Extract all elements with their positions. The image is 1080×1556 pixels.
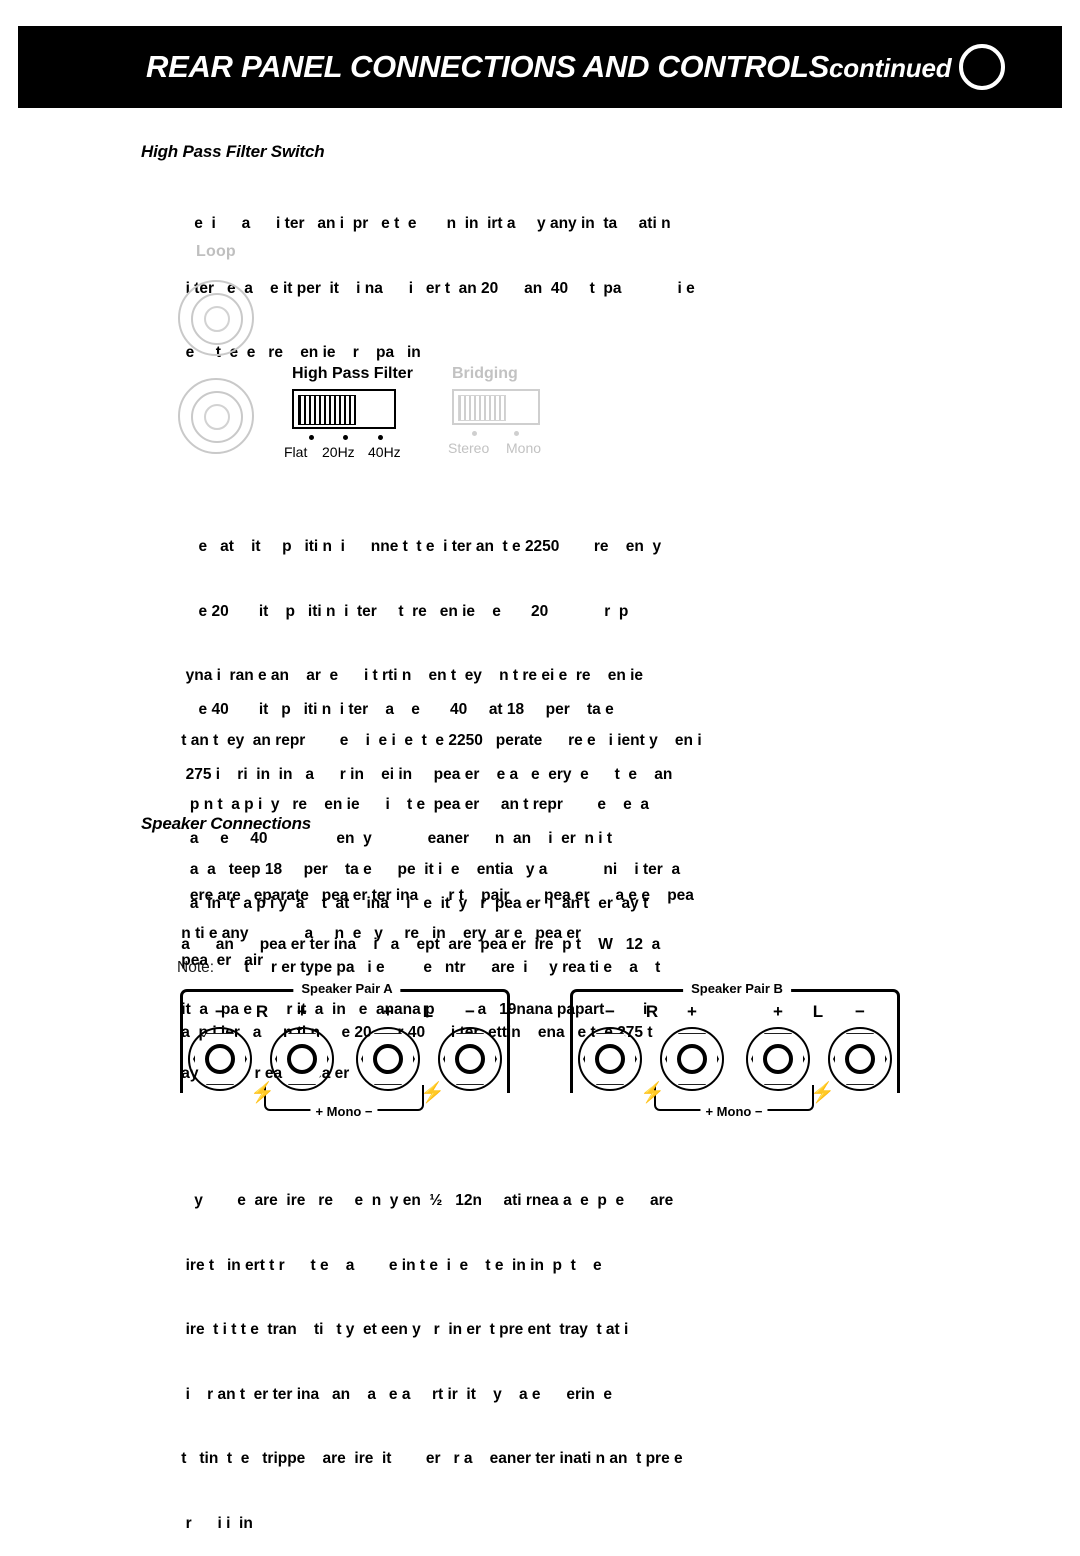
text-line: a an pea er ter ina i a ept are pea er i…	[177, 936, 661, 953]
position-dot-flat	[309, 435, 314, 440]
lightning-bolt-icon-left: ⚡	[640, 1082, 665, 1104]
mono-label-a: + Mono −	[310, 1104, 378, 1119]
bridging-position-dots	[452, 428, 592, 440]
high-pass-filter-position-dots	[292, 432, 432, 444]
text-line: ire t i t t e tran ti t y et een y r in …	[177, 1321, 629, 1338]
lightning-bolt-icon-left: ⚡	[250, 1082, 275, 1104]
text-line: e at it p iti n i nne t t e i ter an t e…	[177, 538, 662, 555]
page-title: REAR PANEL CONNECTIONS AND CONTROLSconti…	[146, 49, 952, 85]
lightning-bolt-icon-right: ⚡	[420, 1082, 445, 1104]
position-label-mono: Mono	[506, 440, 542, 456]
text-line: ire t in ert t r t e a e in t e i e t e …	[177, 1256, 602, 1274]
bridging-switch-knob[interactable]	[458, 395, 506, 421]
terminal-mark-plus-r: +	[297, 1002, 307, 1021]
position-dot-stereo	[472, 431, 477, 436]
speaker-pair-b-marks: − R + + L −	[570, 1002, 900, 1022]
rear-panel-diagram-top: Loop High Pass Filter Flat 20Hz 40Hz Bri…	[150, 235, 610, 475]
speaker-terminal-diagram-a: Speaker Pair A − R + + L − + Mono − ⚡ ⚡	[172, 975, 522, 1125]
binding-post-l-plus[interactable]	[746, 1027, 810, 1091]
page-title-continued: continued	[829, 53, 952, 83]
speaker-terminal-diagram-b: Speaker Pair B − R + + L − + Mono − ⚡ ⚡	[562, 975, 912, 1125]
text-line: e 40 it p iti n i ter a e 40 at 18 per t…	[177, 701, 614, 718]
binding-post-r-plus[interactable]	[660, 1027, 724, 1091]
position-dot-mono	[514, 431, 519, 436]
speaker-pair-a-title: Speaker Pair A	[293, 981, 401, 996]
mono-bracket-a: + Mono −	[264, 1085, 424, 1119]
section-heading-speaker-connections: Speaker Connections	[141, 814, 312, 833]
speaker-pair-a-marks: − R + + L −	[180, 1002, 510, 1022]
position-label-stereo: Stereo	[448, 440, 490, 456]
paragraph-bottom: y e are ire re e n y en ½ 12n ati rnea a…	[177, 1147, 1080, 1556]
high-pass-filter-switch-title: High Pass Filter	[292, 365, 413, 382]
position-label-flat: Flat	[284, 444, 308, 460]
terminal-mark-l: L	[422, 1002, 434, 1021]
terminal-mark-plus-r: +	[687, 1002, 697, 1021]
text-line: e i a i ter an i pr e t e n in irt a y a…	[177, 215, 671, 232]
text-line: y e are ire re e n y en ½ 12n ati rnea a…	[177, 1192, 674, 1209]
section-heading-high-pass-filter: High Pass Filter Switch	[141, 142, 325, 161]
position-label-40hz: 40Hz	[368, 444, 401, 460]
terminal-mark-minus-l: −	[855, 1002, 865, 1021]
binding-post-l-minus[interactable]	[828, 1027, 892, 1091]
mono-bracket-b: + Mono −	[654, 1085, 814, 1119]
terminal-mark-plus-l: +	[773, 1002, 783, 1021]
loop-label: Loop	[196, 243, 236, 260]
terminal-mark-r: R	[645, 1002, 659, 1021]
position-label-20hz: 20Hz	[322, 444, 355, 460]
terminal-mark-plus-l: +	[383, 1002, 393, 1021]
speaker-pair-b-title: Speaker Pair B	[683, 981, 791, 996]
bridging-position-labels: Stereo Mono	[448, 440, 592, 458]
text-line: 275 i ri in in a r in ei in pea er e a e…	[177, 765, 673, 783]
position-dot-20hz	[343, 435, 348, 440]
page-title-main: REAR PANEL CONNECTIONS AND CONTROLS	[146, 49, 830, 84]
high-pass-filter-switch[interactable]: High Pass Filter Flat 20Hz 40Hz	[284, 365, 432, 462]
page-header-bar: REAR PANEL CONNECTIONS AND CONTROLSconti…	[18, 26, 1062, 108]
loop-jack-upper[interactable]	[178, 280, 254, 356]
high-pass-filter-switch-knob[interactable]	[298, 395, 356, 425]
binding-post-r-minus[interactable]	[188, 1027, 252, 1091]
position-dot-40hz	[378, 435, 383, 440]
bridging-switch-body[interactable]	[452, 389, 540, 425]
binding-post-l-minus[interactable]	[438, 1027, 502, 1091]
text-line: r i i in	[177, 1514, 253, 1532]
high-pass-filter-position-labels: Flat 20Hz 40Hz	[284, 444, 432, 462]
text-line: t tin t e trippe are ire it er r a eaner…	[177, 1450, 683, 1467]
terminal-mark-r: R	[255, 1002, 269, 1021]
binding-post-l-plus[interactable]	[356, 1027, 420, 1091]
terminal-mark-minus-l: −	[465, 1002, 475, 1021]
terminal-mark-minus-r: −	[605, 1002, 615, 1021]
bridging-switch[interactable]: Bridging Stereo Mono	[448, 365, 592, 458]
bridging-switch-title: Bridging	[452, 365, 518, 382]
text-line: e 20 it p iti n i ter t re en ie e 20 r …	[177, 602, 629, 620]
circle-outline-icon	[959, 44, 1005, 90]
binding-post-r-plus[interactable]	[270, 1027, 334, 1091]
binding-post-r-minus[interactable]	[578, 1027, 642, 1091]
lightning-bolt-icon-right: ⚡	[810, 1082, 835, 1104]
loop-jack-lower[interactable]	[178, 378, 254, 454]
text-line: i r an t er ter ina an a e a rt ir it y …	[177, 1385, 613, 1403]
terminal-mark-l: L	[812, 1002, 824, 1021]
terminal-mark-minus-r: −	[215, 1002, 225, 1021]
mono-label-b: + Mono −	[700, 1104, 768, 1119]
high-pass-filter-switch-body[interactable]	[292, 389, 396, 429]
